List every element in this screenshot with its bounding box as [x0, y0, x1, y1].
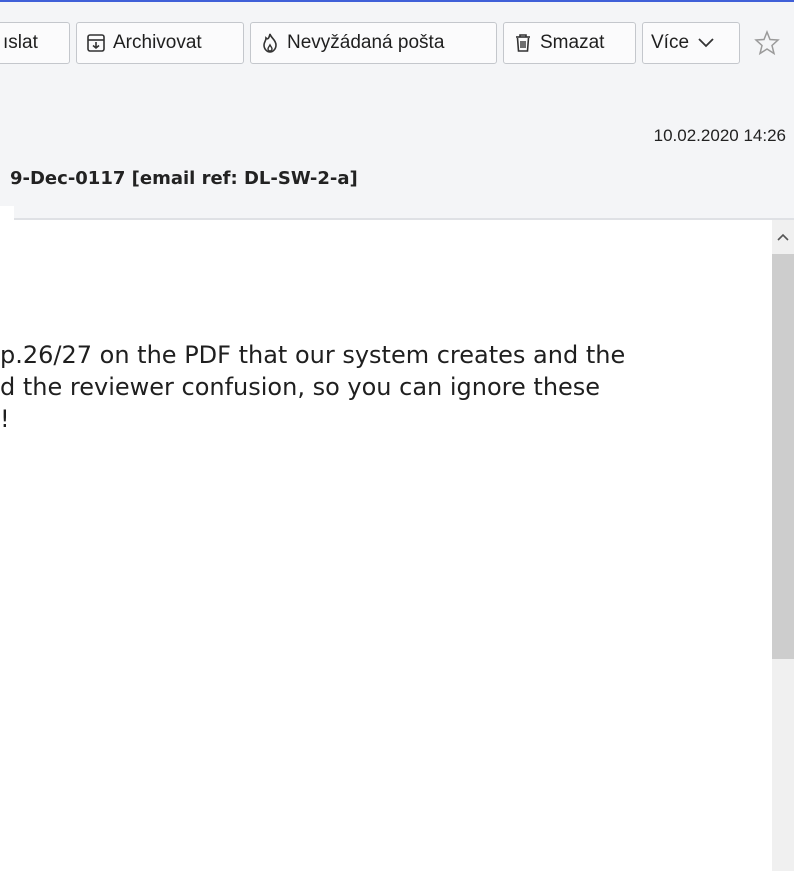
delete-button-label: Smazat: [540, 32, 605, 53]
body-line: !: [0, 405, 10, 433]
chevron-down-icon: [695, 32, 717, 54]
message-subject: 9-Dec-0117 [email ref: DL-SW-2-a]: [10, 168, 358, 189]
star-icon[interactable]: [752, 28, 782, 58]
junk-button-label: Nevyžádaná pošta: [287, 32, 445, 53]
archive-button[interactable]: Archivovat: [76, 22, 244, 64]
delete-button[interactable]: Smazat: [503, 22, 636, 64]
scroll-up-arrow-icon[interactable]: [772, 226, 794, 248]
junk-button[interactable]: Nevyžádaná pošta: [250, 22, 497, 64]
forward-button-label: ıslat: [3, 32, 38, 53]
header-notch: [0, 206, 14, 220]
body-line: p.26/27 on the PDF that our system creat…: [0, 341, 626, 369]
more-button[interactable]: Více: [642, 22, 740, 64]
forward-button[interactable]: ıslat: [0, 22, 70, 64]
junk-icon: [259, 32, 281, 54]
more-button-label: Více: [651, 32, 690, 53]
message-body: p.26/27 on the PDF that our system creat…: [0, 220, 772, 871]
body-line: d the reviewer confusion, so you can ign…: [0, 373, 601, 401]
trash-icon: [512, 32, 534, 54]
message-header: ıslat Archivovat Nevyžádaná pošta Smazat…: [0, 2, 794, 220]
message-body-text: p.26/27 on the PDF that our system creat…: [0, 339, 625, 435]
message-date: 10.02.2020 14:26: [653, 126, 786, 145]
archive-button-label: Archivovat: [113, 32, 202, 53]
archive-icon: [85, 32, 107, 54]
scrollbar-thumb[interactable]: [772, 254, 794, 659]
